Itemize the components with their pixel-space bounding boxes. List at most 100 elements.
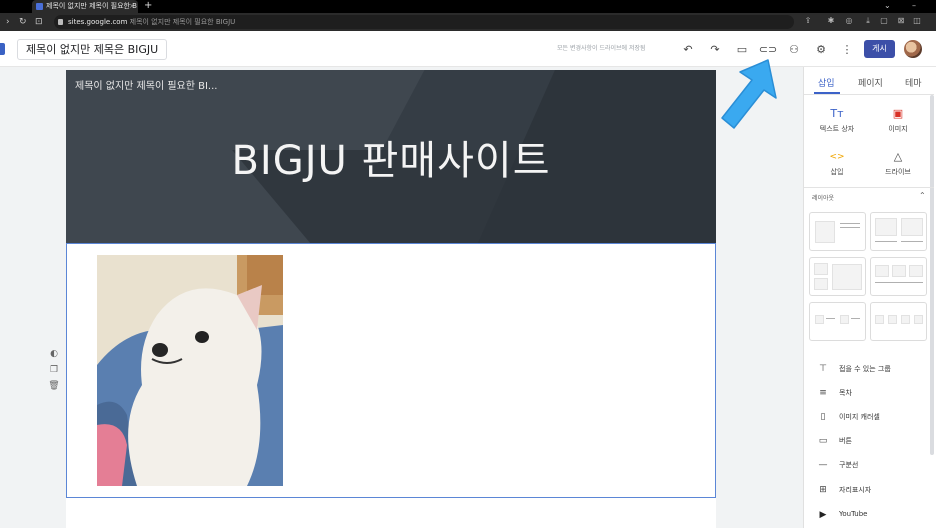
screenshot-icon[interactable]: ⊠ [896, 16, 906, 26]
component-divider[interactable]: — 구분선 [817, 459, 927, 473]
browser-toolbar: › ↻ ⊡ sites.google.com 제목이 없지만 제목이 필요한 B… [0, 13, 936, 31]
more-options-icon[interactable]: ⋮ [838, 40, 856, 58]
component-image-carousel[interactable]: ▯ 이미지 캐러셀 [817, 411, 927, 425]
youtube-icon: ▶ [819, 510, 827, 520]
embed-code-icon: <> [829, 152, 845, 162]
tab-insert[interactable]: 삽입 [818, 76, 835, 89]
share-with-others-icon[interactable]: ⚇ [785, 40, 803, 58]
component-label: 접을 수 있는 그룹 [839, 365, 891, 373]
download-icon[interactable]: ⤓ [863, 16, 873, 26]
lock-icon [58, 19, 63, 25]
translate-icon[interactable]: ✱ [826, 16, 836, 26]
layout-image-placeholder [909, 265, 923, 277]
document-title-field[interactable]: 제목이 없지만 제목은 BIGJU [17, 39, 167, 60]
insert-label: 텍스트 상자 [819, 125, 855, 133]
layout-text-line [875, 282, 923, 283]
layout-option[interactable] [870, 257, 927, 296]
divider-icon: — [818, 460, 828, 470]
avatar[interactable] [904, 40, 922, 58]
component-label: 자리표시자 [839, 486, 872, 494]
insert-label: 드라이브 [885, 168, 911, 176]
image-icon: ▣ [892, 107, 904, 120]
sidebar-icon[interactable]: ◫ [912, 16, 922, 26]
duplicate-icon[interactable]: ❐ [48, 364, 60, 376]
chevron-up-icon[interactable]: ⌃ [919, 191, 926, 200]
component-collapsible-group[interactable]: ⊤ 접을 수 있는 그룹 [817, 363, 927, 377]
insert-image[interactable]: ▣ 이미지 [868, 107, 928, 134]
annotation-arrow-icon [721, 59, 777, 129]
layout-image-placeholder [888, 315, 897, 324]
layout-option[interactable] [870, 212, 927, 251]
trash-icon[interactable]: 🗑 [48, 380, 60, 392]
sites-logo-icon[interactable] [0, 43, 5, 55]
reload-icon[interactable]: ↻ [19, 16, 27, 28]
url-path: 제목이 없지만 제목이 필요한 BIGJU [129, 18, 236, 26]
component-button[interactable]: ▭ 버튼 [817, 435, 927, 449]
component-table-of-contents[interactable]: ≡ 목차 [817, 387, 927, 401]
layout-image-placeholder [815, 221, 835, 243]
tab-pages[interactable]: 페이지 [858, 76, 883, 89]
insert-label: 삽입 [830, 168, 844, 176]
divider [804, 94, 934, 95]
component-label: 버튼 [839, 437, 852, 445]
insert-panel: 삽입 페이지 테마 Tт 텍스트 상자 ▣ 이미지 <> 삽입 △ 드라이브 레… [803, 67, 936, 528]
layout-option[interactable] [809, 212, 866, 251]
layout-image-placeholder [840, 315, 849, 324]
site-name[interactable]: 제목이 없지만 제목이 필요한 BI... [75, 77, 217, 92]
button-icon: ▭ [818, 436, 828, 446]
site-info-icon[interactable]: ⊡ [35, 16, 43, 28]
layout-image-placeholder [914, 315, 923, 324]
tab-themes[interactable]: 테마 [905, 76, 922, 89]
layout-option[interactable] [870, 302, 927, 341]
settings-gear-icon[interactable]: ⚙ [812, 40, 830, 58]
dog-photo[interactable] [97, 255, 283, 486]
layout-image-placeholder [875, 265, 889, 277]
layout-image-placeholder [832, 264, 862, 290]
browser-tab[interactable]: 제목이 없지만 제목이 필요한 B × [32, 0, 138, 13]
component-placeholder[interactable]: ⊞ 자리표시자 [817, 484, 927, 498]
layout-text-line [901, 241, 923, 242]
component-label: YouTube [839, 510, 868, 518]
extension-icon[interactable]: ◎ [844, 16, 854, 26]
component-label: 목차 [839, 389, 852, 397]
layout-text-line [875, 241, 897, 242]
divider [804, 187, 934, 188]
cast-icon[interactable]: ▢ [879, 16, 889, 26]
layout-image-placeholder [875, 218, 897, 236]
component-youtube[interactable]: ▶ YouTube [817, 509, 927, 523]
publish-button[interactable]: 게시 [864, 40, 895, 58]
insert-embed[interactable]: <> 삽입 [807, 150, 867, 177]
undo-icon[interactable]: ↶ [679, 40, 697, 58]
component-label: 이미지 캐러셀 [839, 413, 880, 421]
layouts-heading: 레이아웃 [812, 195, 835, 202]
palette-icon[interactable]: ◐ [48, 348, 60, 360]
close-tab-icon[interactable]: × [129, 0, 135, 13]
address-bar[interactable]: sites.google.com 제목이 없지만 제목이 필요한 BIGJU [54, 15, 794, 29]
drive-icon: △ [893, 150, 903, 163]
chevron-down-icon[interactable]: ⌄ [884, 0, 891, 12]
insert-label: 이미지 [888, 125, 908, 133]
browser-tab-bar: 제목이 없지만 제목이 필요한 B × + ⌄ – [0, 0, 936, 13]
new-tab-button[interactable]: + [144, 0, 152, 12]
share-icon[interactable]: ⇪ [803, 16, 813, 26]
page-title[interactable]: BIGJU 판매사이트 [66, 128, 716, 186]
panel-scrollbar[interactable] [930, 95, 934, 455]
layout-image-placeholder [815, 315, 824, 324]
tab-title: 제목이 없지만 제목이 필요한 B [46, 2, 137, 10]
text-box-icon: Tт [830, 107, 844, 120]
layout-text-line [826, 318, 835, 319]
minimize-icon[interactable]: – [912, 0, 916, 12]
layout-text-line [840, 223, 860, 224]
toc-icon: ≡ [819, 388, 827, 398]
layout-image-placeholder [875, 315, 884, 324]
url-host: sites.google.com [68, 18, 128, 26]
layout-option[interactable] [809, 302, 866, 341]
forward-icon[interactable]: › [6, 16, 10, 28]
layout-option[interactable] [809, 257, 866, 296]
insert-text-box[interactable]: Tт 텍스트 상자 [807, 107, 867, 134]
layout-image-placeholder [901, 218, 923, 236]
sites-favicon-icon [36, 3, 43, 10]
collapsible-icon: ⊤ [819, 364, 827, 374]
insert-drive[interactable]: △ 드라이브 [868, 150, 928, 177]
layout-text-line [840, 227, 860, 228]
